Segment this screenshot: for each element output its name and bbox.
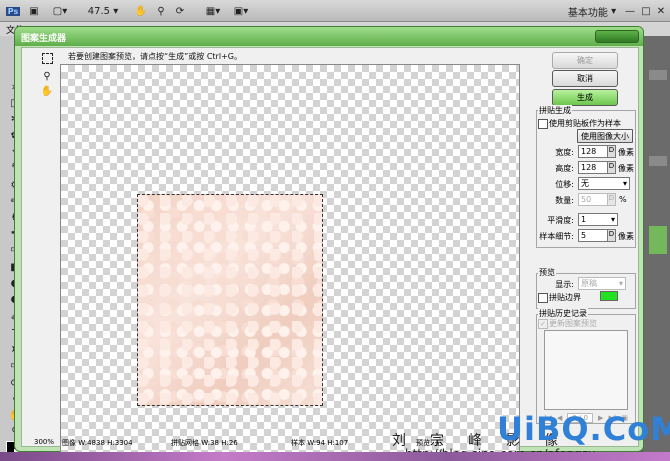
dialog-title: 图案生成器 <box>21 34 67 44</box>
dialog-status-bar: 300% 图像 W:4838 H:3304 拼贴网格 W:38 H:26 样本 … <box>14 437 516 449</box>
status-tile-grid: 拼贴网格 W:38 H:26 <box>171 439 238 447</box>
smoothness-label: 平滑度: <box>547 216 574 225</box>
amount-unit-toggle[interactable]: D <box>607 193 616 206</box>
smoothness-select[interactable]: 1 ▾ <box>578 213 618 226</box>
maximize-icon[interactable]: □ <box>640 3 652 19</box>
tile-boundaries-checkbox[interactable] <box>538 293 548 303</box>
instruction-text: 若要创建图案预览，请点按“生成”或按 Ctrl+G。 <box>68 52 242 61</box>
width-label: 宽度: <box>555 148 574 157</box>
chevron-down-icon: ▾ <box>618 279 623 288</box>
dock-tab[interactable] <box>649 70 667 80</box>
pattern-maker-dialog: 图案生成器 ⚲ ✋ 若要创建图案预览，请点按“生成”或按 Ctrl+G。 确定 … <box>14 26 644 461</box>
sample-detail-unit-toggle[interactable]: D <box>607 229 616 242</box>
width-unit-toggle[interactable]: D <box>607 145 616 158</box>
tile-history-preview <box>544 330 628 410</box>
show-label: 显示: <box>555 280 574 289</box>
status-sample-size: 样本 W:94 H:107 <box>291 439 349 447</box>
ps-logo-icon: Ps <box>5 6 21 16</box>
chevron-down-icon: ▾ <box>622 179 627 188</box>
offset-value: 无 <box>581 179 589 188</box>
app-bar: Ps ▣ ▢▾ 47.5 ▾ ✋ ⚲ ⟳ ▦▾ ▣▾ 基本功能 ▾ — □ ✕ <box>0 0 670 22</box>
use-clipboard-checkbox[interactable] <box>538 119 548 129</box>
dock-tab[interactable] <box>649 156 667 166</box>
dialog-body: ⚲ ✋ 若要创建图案预览，请点按“生成”或按 Ctrl+G。 确定 取消 生成 … <box>21 47 639 454</box>
update-preview-label: 更新图案预览 <box>549 319 597 328</box>
minimize-icon[interactable]: — <box>624 3 636 19</box>
preview-canvas[interactable] <box>60 64 520 454</box>
view-extras-icon[interactable]: ▢▾ <box>50 3 70 19</box>
sample-detail-label: 样本细节: <box>539 232 574 241</box>
show-select[interactable]: 原稿 ▾ <box>578 277 626 290</box>
offset-select[interactable]: 无 ▾ <box>578 177 630 190</box>
status-zoom: 300% <box>34 438 55 446</box>
hand-tool-icon[interactable]: ✋ <box>40 85 54 98</box>
width-unit: 像素 <box>618 148 634 157</box>
ok-button[interactable]: 确定 <box>552 52 618 69</box>
bridge-icon[interactable]: ▣ <box>26 3 42 19</box>
dialog-close-button[interactable] <box>595 30 639 43</box>
site-logo: UiBQ.CoM <box>497 410 670 448</box>
status-preview: 预览: 无 <box>416 439 442 447</box>
update-preview-checkbox[interactable]: ✓ <box>538 319 548 329</box>
close-app-icon[interactable]: ✕ <box>655 3 667 19</box>
use-clipboard-label: 使用剪贴板作为样本 <box>549 119 621 128</box>
zoom-tool-icon[interactable]: ⚲ <box>40 70 54 83</box>
hand-tool-icon[interactable]: ✋ <box>133 3 149 19</box>
show-value: 原稿 <box>581 279 597 288</box>
rotate-view-icon[interactable]: ⟳ <box>172 3 188 19</box>
tile-boundaries-label: 拼贴边界 <box>549 293 581 302</box>
background-image-strip <box>0 452 670 461</box>
chevron-down-icon: ▾ <box>610 215 615 224</box>
zoom-level-value: 47.5 <box>87 5 111 17</box>
height-unit: 像素 <box>618 164 634 173</box>
boundary-color-swatch[interactable] <box>600 291 618 301</box>
cancel-button[interactable]: 取消 <box>552 70 618 87</box>
rect-marquee-tool-icon[interactable] <box>40 52 54 65</box>
arrange-documents-icon[interactable]: ▦▾ <box>202 3 224 19</box>
workspace-label: 基本功能 <box>567 7 608 19</box>
dialog-titlebar: 图案生成器 <box>15 27 643 46</box>
workspace-switcher[interactable]: 基本功能 ▾ <box>566 3 618 19</box>
use-image-size-button[interactable]: 使用图像大小 <box>577 129 633 143</box>
tile-generation-title: 拼贴生成 <box>538 105 572 116</box>
status-image-size: 图像 W:4838 H:3304 <box>62 439 133 447</box>
generate-button[interactable]: 生成 <box>552 89 618 106</box>
sample-detail-unit: 像素 <box>618 232 634 241</box>
offset-label: 位移: <box>555 180 574 189</box>
dock-tab-active[interactable] <box>649 226 667 254</box>
smoothness-value: 1 <box>581 215 587 224</box>
height-label: 高度: <box>555 164 574 173</box>
sample-selection[interactable] <box>137 194 323 406</box>
zoom-tool-icon[interactable]: ⚲ <box>153 3 169 19</box>
amount-label: 数量: <box>555 196 574 205</box>
zoom-level-select[interactable]: 47.5 ▾ <box>85 3 121 19</box>
screen-mode-icon[interactable]: ▣▾ <box>230 3 252 19</box>
amount-unit: % <box>619 195 627 204</box>
height-unit-toggle[interactable]: D <box>607 161 616 174</box>
right-panel-dock <box>643 36 670 461</box>
preview-title: 预览 <box>538 267 556 278</box>
